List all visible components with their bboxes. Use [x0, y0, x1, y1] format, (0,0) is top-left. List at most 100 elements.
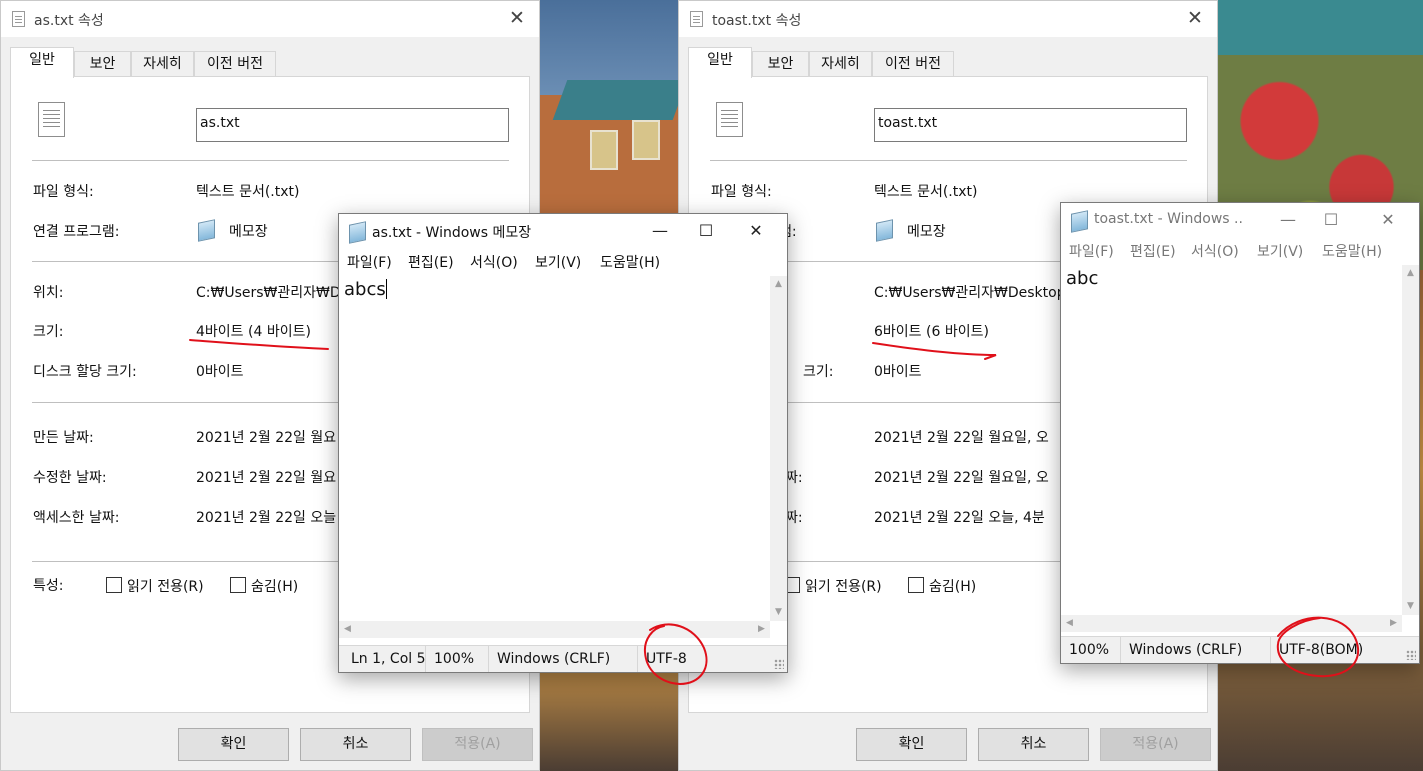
dialog-title: as.txt 속성	[34, 13, 104, 29]
created-value: 2021년 2월 22일 월요	[196, 430, 337, 446]
close-icon[interactable]: ✕	[1365, 203, 1411, 237]
status-zoom: 100%	[425, 646, 474, 672]
menu-edit[interactable]: 편집(E)	[1130, 241, 1176, 261]
wallpaper-roof	[1218, 0, 1423, 55]
accessed-label: 액세스한 날짜:	[33, 510, 120, 526]
minimize-icon[interactable]: —	[637, 214, 683, 248]
dialog-title: toast.txt 속성	[712, 13, 802, 29]
opens-with-label: 연결 프로그램:	[33, 224, 120, 240]
wallpaper-window	[590, 130, 618, 170]
opens-with-value: 메모장	[907, 224, 946, 240]
file-type-label: 파일 형식:	[33, 184, 94, 200]
file-icon	[690, 11, 703, 27]
scroll-left-icon[interactable]: ◀	[339, 621, 356, 638]
accessed-value: 2021년 2월 22일 오늘, 4분	[874, 510, 1045, 526]
size-label: 크기:	[33, 324, 64, 340]
tab-details[interactable]: 자세히	[809, 51, 872, 77]
tab-general[interactable]: 일반	[688, 47, 752, 78]
menu-bar: 파일(F) 편집(E) 서식(O) 보기(V) 도움말(H)	[339, 248, 787, 274]
location-value: C:₩Users₩관리자₩Des	[196, 285, 357, 301]
scroll-down-icon[interactable]: ▼	[770, 604, 787, 621]
notepad-icon	[196, 218, 218, 242]
notepad-title: toast.txt - Windows ...	[1094, 211, 1244, 227]
text-file-icon	[716, 102, 743, 137]
menu-help[interactable]: 도움말(H)	[600, 252, 660, 272]
menu-view[interactable]: 보기(V)	[1257, 241, 1303, 261]
maximize-icon[interactable]: ☐	[683, 214, 729, 248]
dialog-titlebar[interactable]: toast.txt 속성 ✕	[679, 1, 1217, 37]
editor-text: abc	[1066, 268, 1099, 289]
scroll-right-icon[interactable]: ▶	[1385, 615, 1402, 632]
file-type-label: 파일 형식:	[711, 184, 772, 200]
hidden-label: 숨김(H)	[251, 579, 299, 595]
resize-grip[interactable]	[1406, 650, 1416, 660]
minimize-icon[interactable]: —	[1265, 203, 1311, 237]
status-cursor-position: Ln 1, Col 5	[351, 651, 426, 667]
scroll-up-icon[interactable]: ▲	[1402, 265, 1419, 282]
resize-grip[interactable]	[774, 659, 784, 669]
vertical-scrollbar[interactable]: ▲ ▼	[1402, 265, 1419, 615]
ok-button[interactable]: 확인	[856, 728, 967, 761]
menu-bar: 파일(F) 편집(E) 서식(O) 보기(V) 도움말(H)	[1061, 237, 1419, 263]
cancel-button[interactable]: 취소	[300, 728, 411, 761]
accessed-value: 2021년 2월 22일 오늘	[196, 510, 337, 526]
status-line-ending: Windows (CRLF)	[488, 646, 610, 672]
divider	[32, 160, 509, 161]
horizontal-scrollbar[interactable]: ◀ ▶	[1061, 615, 1402, 632]
checkbox-box[interactable]	[230, 577, 246, 593]
tab-security[interactable]: 보안	[752, 51, 809, 77]
menu-view[interactable]: 보기(V)	[535, 252, 581, 272]
scroll-up-icon[interactable]: ▲	[770, 276, 787, 293]
horizontal-scrollbar[interactable]: ◀ ▶	[339, 621, 770, 638]
tab-previous-versions[interactable]: 이전 버전	[194, 51, 276, 77]
menu-file[interactable]: 파일(F)	[347, 252, 392, 272]
tab-details[interactable]: 자세히	[131, 51, 194, 77]
apply-button[interactable]: 적용(A)	[1100, 728, 1211, 761]
close-icon[interactable]: ✕	[507, 7, 527, 29]
scroll-left-icon[interactable]: ◀	[1061, 615, 1078, 632]
maximize-icon[interactable]: ☐	[1308, 203, 1354, 237]
file-icon	[12, 11, 25, 27]
text-editor[interactable]: abc	[1061, 265, 1401, 615]
filename-field[interactable]: toast.txt	[874, 108, 1187, 142]
tab-previous-versions[interactable]: 이전 버전	[872, 51, 954, 77]
size-on-disk-label: 디스크 할당 크기:	[33, 364, 137, 380]
scroll-down-icon[interactable]: ▼	[1402, 598, 1419, 615]
readonly-label: 읽기 전용(R)	[805, 579, 882, 595]
menu-format[interactable]: 서식(O)	[1191, 241, 1239, 261]
notepad-titlebar[interactable]: toast.txt - Windows ... — ☐ ✕	[1061, 203, 1419, 237]
modified-value: 2021년 2월 22일 월요	[196, 470, 337, 486]
scroll-right-icon[interactable]: ▶	[753, 621, 770, 638]
editor-text: abcs	[344, 279, 386, 300]
status-bar: Ln 1, Col 5 100% Windows (CRLF) UTF-8	[339, 645, 787, 672]
cancel-button[interactable]: 취소	[978, 728, 1089, 761]
notepad-icon	[874, 218, 896, 242]
close-icon[interactable]: ✕	[733, 214, 779, 248]
opens-with-value: 메모장	[229, 224, 268, 240]
created-label: 만든 날짜:	[33, 430, 94, 446]
vertical-scrollbar[interactable]: ▲ ▼	[770, 276, 787, 621]
status-bar: 100% Windows (CRLF) UTF-8(BOM)	[1061, 636, 1419, 663]
size-on-disk-label: 크기:	[803, 364, 834, 380]
tab-security[interactable]: 보안	[74, 51, 131, 77]
apply-button[interactable]: 적용(A)	[422, 728, 533, 761]
notepad-title: as.txt - Windows 메모장	[372, 225, 532, 241]
notepad-titlebar[interactable]: as.txt - Windows 메모장 — ☐ ✕	[339, 214, 787, 248]
filename-field[interactable]: as.txt	[196, 108, 509, 142]
checkbox-box[interactable]	[908, 577, 924, 593]
menu-file[interactable]: 파일(F)	[1069, 241, 1114, 261]
tab-general[interactable]: 일반	[10, 47, 74, 78]
text-editor[interactable]: abcs	[339, 276, 769, 621]
menu-edit[interactable]: 편집(E)	[408, 252, 454, 272]
modified-label: 수정한 날짜:	[33, 470, 107, 486]
dialog-titlebar[interactable]: as.txt 속성 ✕	[1, 1, 539, 37]
menu-format[interactable]: 서식(O)	[470, 252, 518, 272]
divider	[710, 160, 1187, 161]
status-zoom: 100%	[1069, 642, 1110, 658]
menu-help[interactable]: 도움말(H)	[1322, 241, 1382, 261]
created-value: 2021년 2월 22일 월요일, 오	[874, 430, 1049, 446]
close-icon[interactable]: ✕	[1185, 7, 1205, 29]
ok-button[interactable]: 확인	[178, 728, 289, 761]
checkbox-box[interactable]	[106, 577, 122, 593]
status-encoding: UTF-8	[637, 646, 687, 672]
